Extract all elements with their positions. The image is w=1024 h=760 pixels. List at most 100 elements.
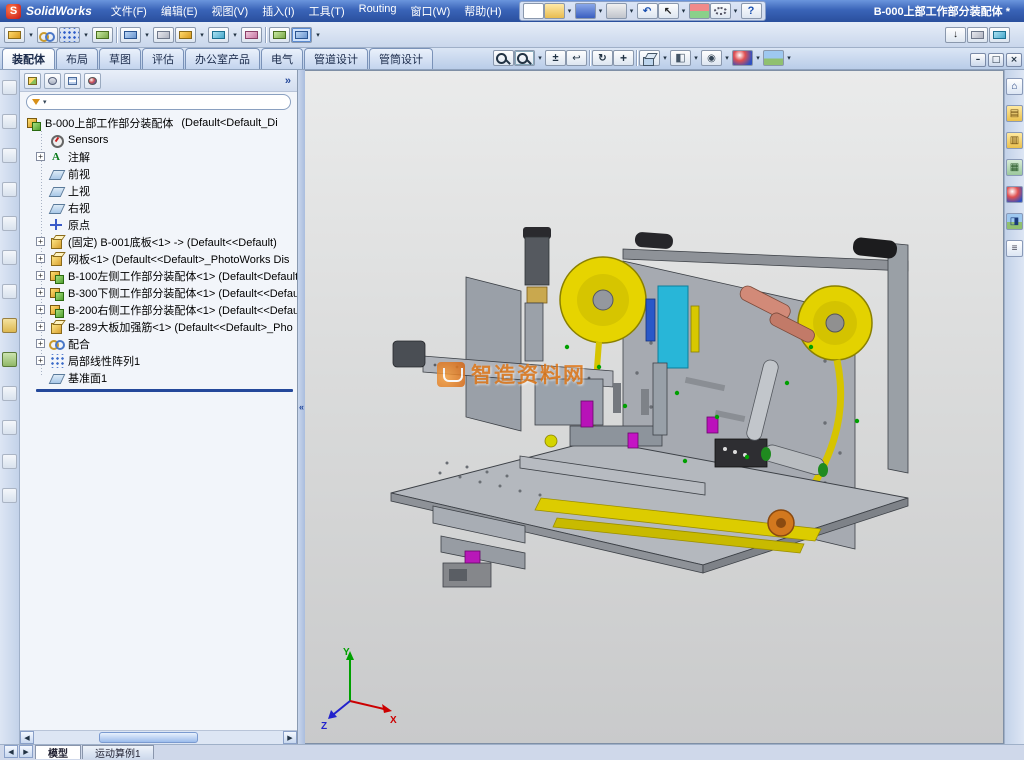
tree-item[interactable]: 右视 (20, 199, 297, 216)
smart-fasteners-icon[interactable] (92, 27, 113, 43)
edit-appearance-icon[interactable] (732, 50, 753, 66)
tree-item[interactable]: + 网板<1> (Default<<Default>_PhotoWorks Di… (20, 250, 297, 267)
mate-icon[interactable] (37, 27, 58, 43)
appearances-icon[interactable] (1006, 186, 1023, 203)
linear-sketch-pattern-tool-icon[interactable] (2, 488, 17, 503)
tree-item[interactable]: + B-100左侧工作部分装配体<1> (Default<Default (20, 267, 297, 284)
propertymanager-tab-icon[interactable] (44, 73, 61, 89)
undo-icon[interactable] (637, 3, 658, 19)
tree-root-item[interactable]: B-000上部工作部分装配体 (Default<Default_Di (20, 114, 297, 131)
commandmanager-tab[interactable]: 管筒设计 (369, 48, 433, 69)
zoom-to-area-icon[interactable] (514, 50, 535, 66)
expand-toggle[interactable] (36, 186, 45, 195)
save-icon[interactable] (575, 3, 596, 19)
close-button[interactable]: × (1006, 53, 1022, 67)
featuremanager-tab-icon[interactable] (24, 73, 41, 89)
instant3d-icon[interactable] (945, 27, 966, 43)
commandmanager-tab[interactable]: 草图 (99, 48, 141, 69)
restore-button[interactable]: □ (988, 53, 1004, 67)
reference-geometry-icon[interactable] (208, 27, 229, 43)
expand-toggle[interactable] (36, 220, 45, 229)
vertical-motor[interactable] (523, 227, 551, 361)
expand-toggle[interactable] (36, 135, 45, 144)
expand-toggle[interactable] (36, 169, 45, 178)
menu-item[interactable]: 帮助(H) (457, 1, 508, 21)
previous-view-icon[interactable] (566, 50, 587, 66)
circle-tool-icon[interactable] (2, 250, 17, 265)
tree-item[interactable]: + (固定) B-001底板<1> -> (Default<<Default) (20, 233, 297, 250)
menu-item[interactable]: 文件(F) (104, 1, 154, 21)
print-icon[interactable] (606, 3, 627, 19)
pan-icon[interactable] (613, 50, 634, 66)
study-tab[interactable]: 运动算例1 (82, 745, 154, 759)
expand-toggle[interactable]: + (36, 322, 45, 331)
machine-left-plate[interactable] (466, 277, 521, 431)
expand-toggle[interactable] (36, 373, 45, 382)
scroll-left-button[interactable]: ◀ (20, 731, 34, 744)
panel-splitter[interactable]: « (298, 70, 305, 744)
commandmanager-tab[interactable]: 电气 (261, 48, 303, 69)
tree-item[interactable]: + B-200右侧工作部分装配体<1> (Default<<Default (20, 301, 297, 318)
expand-toggle[interactable]: + (36, 288, 45, 297)
new-document-icon[interactable] (523, 3, 544, 19)
scenes-icon[interactable]: ◨ (1006, 213, 1023, 230)
hide-show-items-icon[interactable] (701, 50, 722, 66)
show-hidden-components-icon[interactable] (153, 27, 174, 43)
tree-filter-input[interactable]: ▾ (26, 94, 291, 110)
select-icon[interactable] (658, 3, 679, 19)
apply-scene-icon[interactable] (763, 50, 784, 66)
displaymanager-tab-icon[interactable] (84, 73, 101, 89)
tree-item[interactable]: + 局部线性阵列1 (20, 352, 297, 369)
tree-item[interactable]: + 注解 (20, 148, 297, 165)
3d-model[interactable] (385, 211, 915, 601)
view-palette-icon[interactable]: ▦ (1006, 159, 1023, 176)
rollback-bar[interactable] (36, 389, 293, 392)
open-icon[interactable] (544, 3, 565, 19)
study-tab[interactable]: 模型 (35, 745, 81, 759)
orange-roller[interactable] (768, 510, 794, 536)
mirror-entities-tool-icon[interactable] (2, 454, 17, 469)
scroll-track[interactable] (34, 731, 283, 744)
view-orientation-icon[interactable] (639, 50, 660, 66)
graphics-area[interactable]: 智造资料网 Y X Z (305, 70, 1004, 744)
collapsed-toolbar-icon[interactable] (989, 27, 1010, 43)
commandmanager-tab[interactable]: 布局 (56, 48, 98, 69)
custom-properties-icon[interactable]: ≡ (1006, 240, 1023, 257)
arc-tool-icon[interactable] (2, 284, 17, 299)
scroll-right-button[interactable]: ▶ (283, 731, 297, 744)
commandmanager-tab[interactable]: 装配体 (2, 48, 55, 69)
interference-detection-icon[interactable] (291, 27, 312, 43)
panel-flyout-chevron[interactable]: » (285, 75, 293, 87)
menu-item[interactable]: 工具(T) (302, 1, 352, 21)
move-component-icon[interactable] (120, 27, 141, 43)
display-settings-icon[interactable] (967, 27, 988, 43)
tree-item[interactable]: + B-300下侧工作部分装配体<1> (Default<<Defau (20, 284, 297, 301)
select-tool-icon[interactable] (2, 80, 17, 95)
expand-toggle[interactable]: + (36, 305, 45, 314)
rebuild-icon[interactable] (689, 3, 710, 19)
minimize-button[interactable]: – (970, 53, 986, 67)
commandmanager-tab[interactable]: 评估 (142, 48, 184, 69)
new-motion-study-icon[interactable] (241, 27, 262, 43)
options-icon[interactable] (710, 3, 731, 19)
expand-toggle[interactable]: + (36, 237, 45, 246)
zoom-to-fit-icon[interactable] (493, 50, 514, 66)
sketch-tool-icon[interactable] (2, 114, 17, 129)
tree-item[interactable]: 前视 (20, 165, 297, 182)
expand-toggle[interactable]: + (36, 254, 45, 263)
tree-horizontal-scrollbar[interactable]: ◀ ▶ (20, 730, 297, 744)
menu-item[interactable]: Routing (352, 1, 404, 21)
tree-item[interactable]: + 配合 (20, 335, 297, 352)
offset-entities-tool-icon[interactable] (2, 420, 17, 435)
expand-toggle[interactable]: + (36, 271, 45, 280)
tree-item[interactable]: Sensors (20, 131, 297, 148)
expand-toggle[interactable]: + (36, 356, 45, 365)
exploded-view-icon[interactable] (269, 27, 290, 43)
configurationmanager-tab-icon[interactable] (64, 73, 81, 89)
assembly-features-icon[interactable] (175, 27, 196, 43)
tab-scroll-left-button[interactable]: ◀ (4, 745, 18, 758)
zoom-in-out-icon[interactable] (545, 50, 566, 66)
expand-toggle[interactable]: + (36, 152, 45, 161)
rectangle-tool-icon[interactable] (2, 216, 17, 231)
file-explorer-icon[interactable]: ▥ (1006, 132, 1023, 149)
